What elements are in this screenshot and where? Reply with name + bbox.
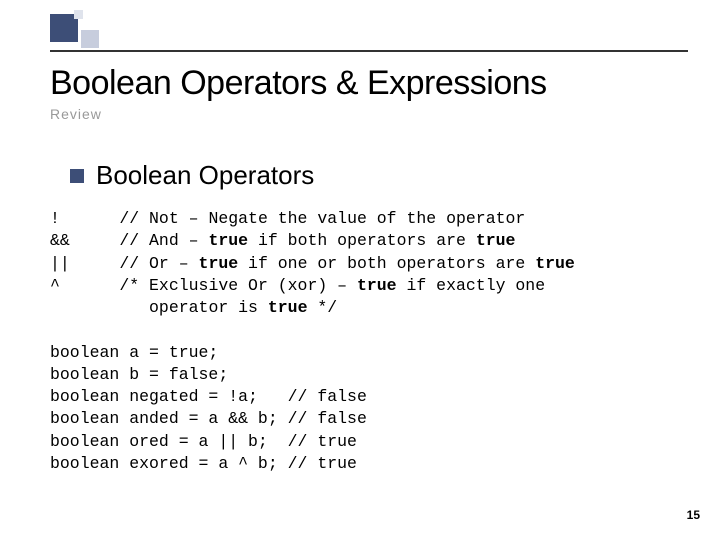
op-not-comment: // Not – Negate the value of the operato… xyxy=(119,209,525,228)
op-and-comment-pre: // And – xyxy=(119,231,208,250)
op-or-comment-mid: if one or both operators are xyxy=(238,254,535,273)
decor-square-small xyxy=(74,10,83,19)
section-heading-row: Boolean Operators xyxy=(70,160,314,191)
decor-square-medium xyxy=(81,30,99,48)
op-or-true1: true xyxy=(199,254,239,273)
code-line-3: boolean negated = !a; // false xyxy=(50,387,367,406)
op-xor-line2-post: */ xyxy=(307,298,337,317)
op-not-symbol: ! xyxy=(50,209,60,228)
op-xor-comment-mid: if exactly one xyxy=(397,276,546,295)
code-line-4: boolean anded = a && b; // false xyxy=(50,409,367,428)
op-and-true1: true xyxy=(208,231,248,250)
op-xor-symbol: ^ xyxy=(50,276,60,295)
page-subtitle: Review xyxy=(50,106,102,122)
page-number: 15 xyxy=(687,508,700,522)
op-xor-line2-pre: operator is xyxy=(149,298,268,317)
code-line-1: boolean a = true; xyxy=(50,343,218,362)
op-or-symbol: || xyxy=(50,254,70,273)
op-xor-true1: true xyxy=(357,276,397,295)
page-title: Boolean Operators & Expressions xyxy=(50,64,547,103)
slide: Boolean Operators & Expressions Review B… xyxy=(0,0,720,540)
square-bullet-icon xyxy=(70,169,84,183)
code-line-2: boolean b = false; xyxy=(50,365,228,384)
op-and-comment-mid: if both operators are xyxy=(248,231,476,250)
op-xor-true2: true xyxy=(268,298,308,317)
section-heading: Boolean Operators xyxy=(96,160,314,191)
op-or-true2: true xyxy=(535,254,575,273)
code-line-5: boolean ored = a || b; // true xyxy=(50,432,357,451)
op-xor-comment-pre: /* Exclusive Or (xor) – xyxy=(119,276,357,295)
op-or-comment-pre: // Or – xyxy=(119,254,198,273)
code-block: ! // Not – Negate the value of the opera… xyxy=(50,208,575,475)
op-and-symbol: && xyxy=(50,231,70,250)
code-line-6: boolean exored = a ^ b; // true xyxy=(50,454,357,473)
op-and-true2: true xyxy=(476,231,516,250)
title-underline xyxy=(50,50,688,52)
